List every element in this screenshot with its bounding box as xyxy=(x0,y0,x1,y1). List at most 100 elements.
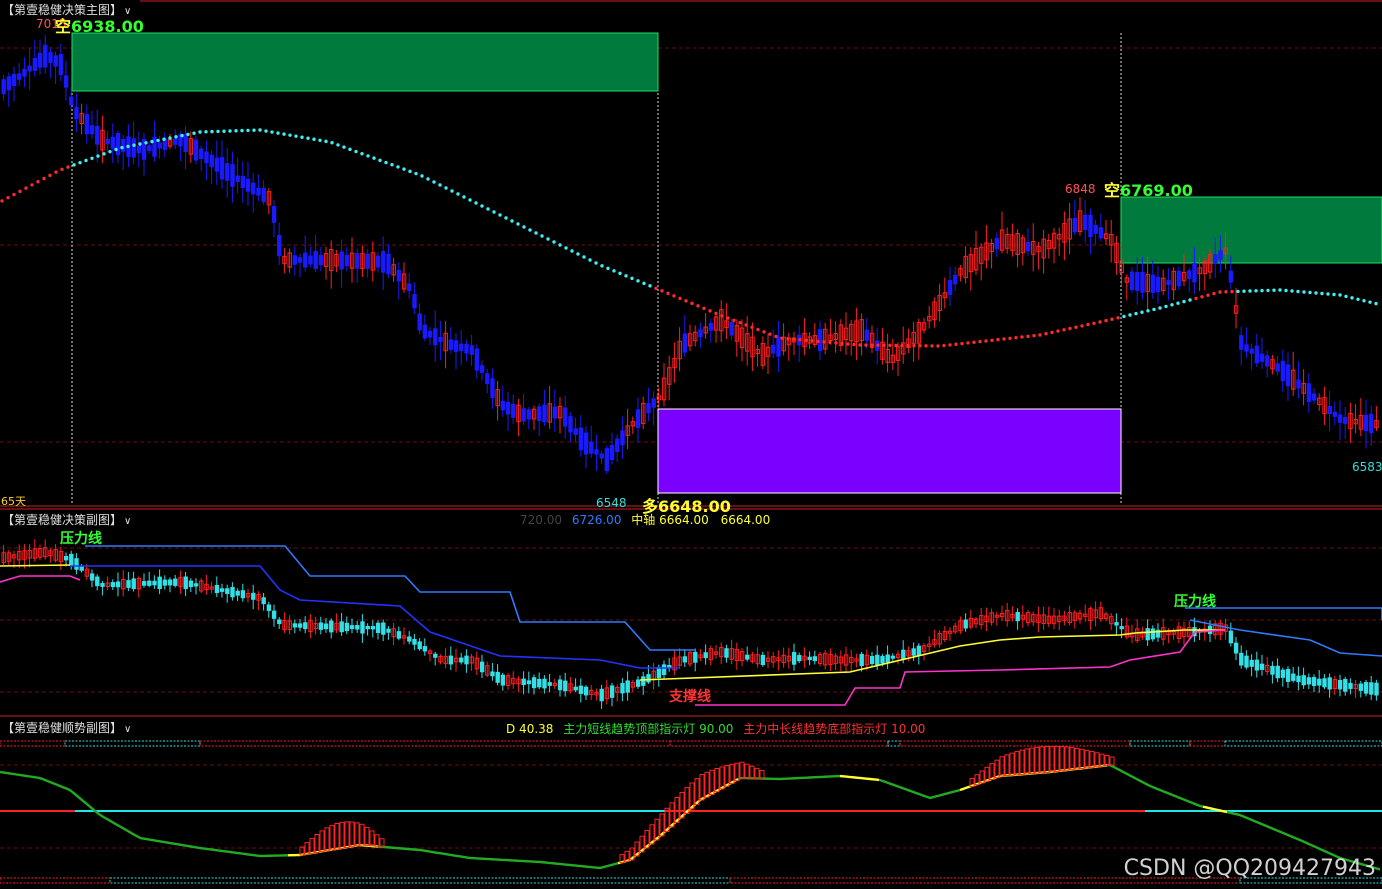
trend-dot xyxy=(54,170,58,174)
main-candle-body xyxy=(698,329,703,338)
main-candle-body xyxy=(1187,270,1192,279)
sub1-candle-body xyxy=(225,588,230,594)
trend-dot xyxy=(348,147,352,152)
main-candle-body xyxy=(32,57,38,71)
trend-dot xyxy=(30,183,34,187)
main-candle-body xyxy=(251,182,256,195)
signal-zones xyxy=(71,32,1382,494)
oscillator-hatch-bar xyxy=(1099,753,1105,767)
trend-dot xyxy=(1002,337,1006,341)
trend-dot xyxy=(456,192,460,196)
trend-dot xyxy=(48,173,52,178)
main-candle-body xyxy=(505,401,511,415)
sub1-candle-body xyxy=(360,621,365,634)
sub1-candle-body xyxy=(724,648,729,658)
sub1-candle-body xyxy=(599,688,604,702)
main-candle-body xyxy=(594,449,599,455)
trend-dot xyxy=(36,180,40,184)
trend-dot xyxy=(1080,324,1084,328)
trend-dot xyxy=(642,281,646,286)
main-candle-body xyxy=(152,136,157,157)
main-candle-body xyxy=(771,344,776,354)
top-indicator-strip-2 xyxy=(199,740,671,747)
main-candle-body xyxy=(1343,416,1348,424)
main-candle-body xyxy=(953,274,958,285)
sub1-candle-body xyxy=(1369,682,1374,695)
upper-band-left xyxy=(85,545,695,651)
trend-dot xyxy=(1266,288,1270,293)
main-candle-body xyxy=(422,324,428,339)
short-signal-2-price: 6769.00 xyxy=(1120,181,1193,200)
main-candle-body xyxy=(1166,279,1171,286)
main-candle-body xyxy=(1155,276,1161,293)
oscillator-hatch-bar xyxy=(1024,748,1030,775)
main-candle-body xyxy=(277,234,282,257)
oscillator-hatch-bar xyxy=(744,763,750,779)
chevron-down-icon[interactable]: ∨ xyxy=(124,724,131,735)
oscillator-line-3 xyxy=(617,778,739,865)
trend-dot xyxy=(72,163,76,167)
trend-dot xyxy=(1272,288,1276,292)
trend-dot xyxy=(570,249,574,253)
trend-dot xyxy=(852,342,856,347)
low-price-label: 6548 xyxy=(596,496,627,510)
trend-dot xyxy=(792,337,796,341)
sub1-readout: 720.00 6726.00 中轴 6664.00 6664.00 xyxy=(520,511,770,528)
sub1-candle-body xyxy=(344,622,350,632)
trend-dot xyxy=(918,344,922,348)
trend-dot xyxy=(654,286,658,291)
trend-dot xyxy=(984,339,988,343)
chevron-down-icon[interactable]: ∨ xyxy=(124,516,131,527)
sub1-candle-body xyxy=(1254,659,1260,671)
sub1-lower-value: 6664.00 xyxy=(720,513,771,527)
sub1-candle-body xyxy=(500,674,506,686)
sub1-candle-body xyxy=(963,619,968,629)
sub1-candle-body xyxy=(869,655,875,665)
oscillator-hatch-bar xyxy=(1109,756,1115,766)
trend-dot xyxy=(522,225,526,229)
main-candle-body xyxy=(479,365,485,373)
trend-dot xyxy=(108,149,112,154)
short-zone-1 xyxy=(71,32,659,92)
main-candle-body xyxy=(526,409,532,420)
long-zone xyxy=(657,408,1122,494)
sub1-candle-body xyxy=(131,578,136,590)
main-candle-body xyxy=(620,430,625,446)
main-candle-body xyxy=(708,322,714,331)
trend-dot xyxy=(420,174,424,178)
sub1-candle-body xyxy=(375,622,381,634)
main-candle-body xyxy=(204,151,209,164)
main-candle-body xyxy=(386,253,391,275)
main-candle-body xyxy=(230,164,235,187)
oscillator-hatch-bar xyxy=(324,827,330,852)
sub1-candle-body xyxy=(901,649,906,660)
trend-dot xyxy=(1230,289,1234,294)
sub1-candle-body xyxy=(1291,673,1296,681)
trend-dot xyxy=(474,201,478,205)
sub1-candle-body xyxy=(890,655,896,659)
trend-dot xyxy=(1140,310,1144,314)
trend-dot xyxy=(408,169,412,174)
oscillator-hatch-bar xyxy=(714,768,720,793)
sub1-panel-title[interactable]: 【第壹稳健决策副图】 ∨ xyxy=(2,511,131,528)
short-signal-1-char: 空 xyxy=(55,17,72,36)
main-candle-body xyxy=(89,125,95,135)
oscillator-hatch-bar xyxy=(1074,747,1080,770)
sub1-candle-body xyxy=(318,622,324,630)
trend-dot xyxy=(1158,306,1162,310)
sub1-candle-body xyxy=(1337,679,1343,690)
short-signal-1: 空6938.00 xyxy=(55,13,144,37)
trend-dot xyxy=(1302,290,1306,294)
trend-dot xyxy=(0,199,4,203)
support-label: 支撑线 xyxy=(669,689,711,705)
main-candle-body xyxy=(448,339,454,350)
oscillator-hatch-bar xyxy=(1039,746,1045,774)
sub2-panel-title[interactable]: 【第壹稳健顺势副图】 ∨ xyxy=(2,719,131,736)
trend-dot xyxy=(1146,309,1150,313)
trend-dot xyxy=(1056,329,1060,333)
trend-dot xyxy=(606,266,610,271)
oscillator-hatch-bar xyxy=(379,838,385,848)
trend-dot xyxy=(564,246,568,250)
trend-dot xyxy=(1074,325,1078,329)
sub2-readout: D 40.38 主力短线趋势顶部指示灯 90.00 主力中长线趋势底部指示灯 1… xyxy=(506,720,925,737)
